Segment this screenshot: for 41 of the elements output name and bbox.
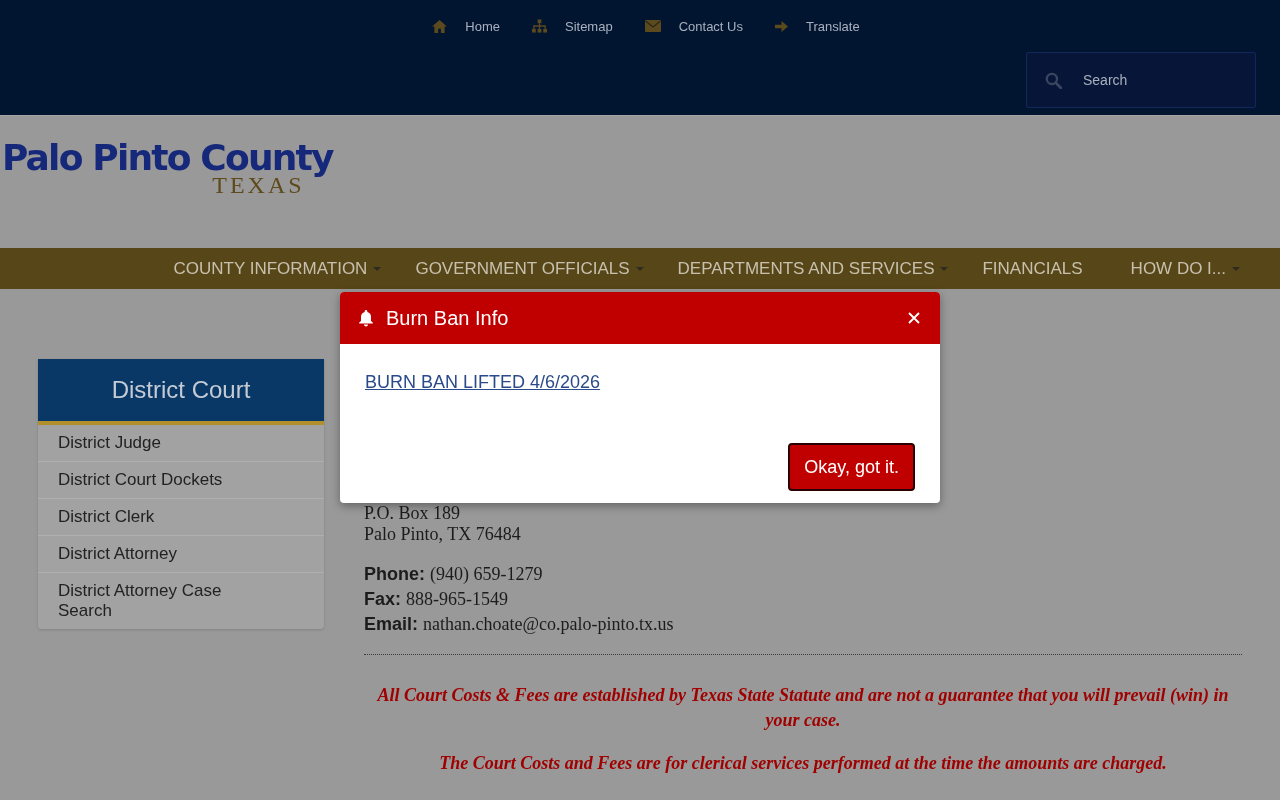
caret-icon [373, 266, 382, 271]
nav-menu-item[interactable]: DEPARTMENTS AND SERVICES [653, 248, 959, 289]
close-icon [908, 312, 920, 324]
nav-menu-item[interactable]: GOVERNMENT OFFICIALS [391, 248, 654, 289]
arrow-icon [775, 19, 788, 33]
house-icon [432, 19, 448, 33]
search-icon [1045, 72, 1062, 89]
sitemap-icon [531, 19, 547, 33]
field-value: (940) 659-1279 [430, 563, 543, 586]
sidebar-title: District Court [38, 359, 324, 425]
bell-icon [358, 309, 374, 327]
envelope-icon [644, 20, 661, 32]
nav-menu-item[interactable]: COUNTY INFORMATION [149, 248, 392, 289]
sidebar-link[interactable]: District Attorney [38, 536, 324, 573]
notice-text: The Court Costs and Fees are for clerical services performed at the time the amounts are charged. [438, 752, 1168, 775]
caret-icon [940, 266, 949, 271]
sidebar-link[interactable]: District Court Dockets [38, 462, 324, 499]
sidebar-link[interactable]: District Attorney Case Search [38, 573, 324, 629]
address-line: Palo Pinto, TX 76484 [364, 524, 522, 545]
header-link[interactable]: Sitemap [531, 18, 613, 34]
notice-text: All Court Costs & Fees are established by Texas State Statute and are not a guarantee that you will prevail (win) in your case. [375, 684, 1230, 732]
header-link[interactable]: Contact Us [644, 18, 743, 34]
field-label: Fax: [364, 588, 401, 611]
caret-icon [1232, 266, 1240, 271]
field-label: Email: [364, 613, 419, 636]
header-link[interactable]: Translate [775, 18, 860, 34]
header-link[interactable]: Home [432, 18, 500, 34]
sidebar-link[interactable]: District Judge [38, 425, 324, 462]
close-button[interactable] [906, 310, 922, 326]
field-value: nathan.choate@co.palo-pinto.tx.us [423, 613, 674, 636]
sidebar-link[interactable]: District Clerk [38, 499, 324, 536]
field-value: 888-965-1549 [406, 588, 508, 611]
nav-menu-item[interactable]: HOW DO I... [1106, 248, 1250, 289]
field-label: Phone: [364, 563, 425, 586]
dialog-title: Burn Ban Info [386, 306, 509, 330]
nav-menu-item[interactable]: FINANCIALS [958, 248, 1107, 289]
burn-ban-link[interactable]: BURN BAN LIFTED 4/6/2026 [365, 372, 601, 392]
okay-button[interactable]: Okay, got it. [788, 443, 915, 491]
caret-icon [635, 266, 644, 271]
search-field[interactable]: Search [1026, 52, 1256, 108]
address-line: P.O. Box 189 [364, 503, 462, 524]
